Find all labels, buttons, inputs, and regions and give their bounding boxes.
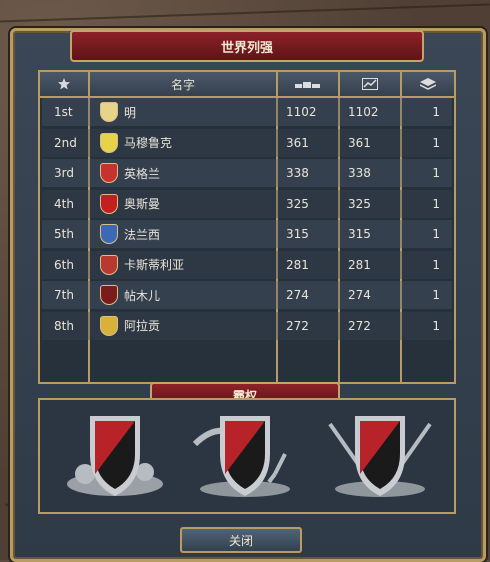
table-row[interactable]: 3rd 英格兰 338 338 1 [42, 159, 452, 187]
military-hegemony-icon[interactable] [320, 404, 440, 504]
map-border-line [0, 3, 490, 23]
country-shield-icon [100, 224, 118, 244]
country-name: 英格兰 [124, 166, 161, 181]
score-cell: 325 [286, 196, 309, 211]
country-shield-icon [100, 315, 118, 336]
table-row[interactable]: 1st 明 1102 1102 1 [42, 98, 452, 126]
total-cell: 338 [348, 166, 371, 180]
column-header-name[interactable]: 名字 [90, 72, 276, 96]
score-cell: 272 [286, 318, 309, 333]
table-row[interactable]: 4th 奥斯曼 325 325 1 [42, 189, 452, 218]
rank-cell: 7th [54, 288, 74, 302]
country-name: 奥斯曼 [124, 197, 161, 211]
count-cell: 1 [432, 288, 440, 302]
country-name: 卡斯蒂利亚 [124, 258, 185, 272]
count-cell: 1 [432, 196, 440, 211]
name-cell: 法兰西 [100, 220, 278, 248]
score-cell: 1102 [286, 105, 317, 119]
total-cell: 274 [348, 288, 371, 302]
count-cell: 1 [432, 257, 440, 272]
table-header: 名字 [40, 72, 454, 98]
table-row[interactable]: 2nd 马穆鲁克 361 361 1 [42, 128, 452, 157]
bars-icon[interactable] [278, 72, 338, 96]
name-cell: 英格兰 [100, 159, 278, 187]
country-shield-icon [100, 163, 118, 183]
window-title: 世界列强 [70, 30, 424, 62]
country-shield-icon [100, 254, 118, 275]
name-cell: 阿拉贡 [100, 312, 278, 340]
score-cell: 338 [286, 166, 309, 180]
star-icon[interactable] [40, 72, 88, 96]
country-name: 马穆鲁克 [124, 136, 173, 150]
rank-cell: 4th [54, 196, 74, 211]
table-row[interactable]: 8th 阿拉贡 272 272 1 [42, 311, 452, 340]
country-name: 明 [124, 105, 137, 120]
total-cell: 315 [348, 227, 371, 241]
total-cell: 272 [348, 318, 371, 333]
rank-cell: 2nd [54, 135, 77, 150]
rank-cell: 6th [54, 257, 74, 272]
score-cell: 274 [286, 288, 309, 302]
chart-icon[interactable] [340, 72, 400, 96]
country-shield-icon [100, 102, 118, 122]
count-cell: 1 [432, 105, 440, 119]
country-shield-icon [100, 193, 118, 214]
score-cell: 281 [286, 257, 309, 272]
rank-cell: 5th [54, 227, 74, 241]
count-cell: 1 [432, 166, 440, 180]
name-cell: 明 [100, 98, 278, 126]
country-name: 法兰西 [124, 227, 161, 242]
close-button[interactable]: 关闭 [180, 527, 302, 553]
rank-cell: 8th [54, 318, 74, 333]
name-cell: 奥斯曼 [100, 190, 278, 218]
economic-hegemony-icon[interactable] [55, 404, 175, 504]
count-cell: 1 [432, 227, 440, 241]
country-name: 阿拉贡 [124, 319, 161, 333]
name-cell: 卡斯蒂利亚 [100, 251, 278, 279]
score-cell: 361 [286, 135, 309, 150]
table-row[interactable]: 7th 帖木儿 274 274 1 [42, 281, 452, 309]
total-cell: 1102 [348, 105, 379, 119]
total-cell: 325 [348, 196, 371, 211]
count-cell: 1 [432, 318, 440, 333]
name-cell: 马穆鲁克 [100, 129, 278, 157]
table-row[interactable]: 6th 卡斯蒂利亚 281 281 1 [42, 250, 452, 279]
count-cell: 1 [432, 135, 440, 150]
country-shield-icon [100, 285, 118, 305]
naval-hegemony-icon[interactable] [185, 404, 305, 504]
country-shield-icon [100, 132, 118, 153]
country-name: 帖木儿 [124, 288, 161, 303]
rank-cell: 1st [54, 105, 73, 119]
rank-cell: 3rd [54, 166, 74, 180]
score-cell: 315 [286, 227, 309, 241]
ranking-table: 名字 1st 明 1102 1102 1 2nd 马穆鲁克 361 361 1 3rd 英格兰 338 3… [38, 70, 456, 384]
table-row[interactable]: 5th 法兰西 315 315 1 [42, 220, 452, 248]
stack-icon[interactable] [402, 72, 454, 96]
total-cell: 281 [348, 257, 371, 272]
total-cell: 361 [348, 135, 371, 150]
name-cell: 帖木儿 [100, 281, 278, 309]
